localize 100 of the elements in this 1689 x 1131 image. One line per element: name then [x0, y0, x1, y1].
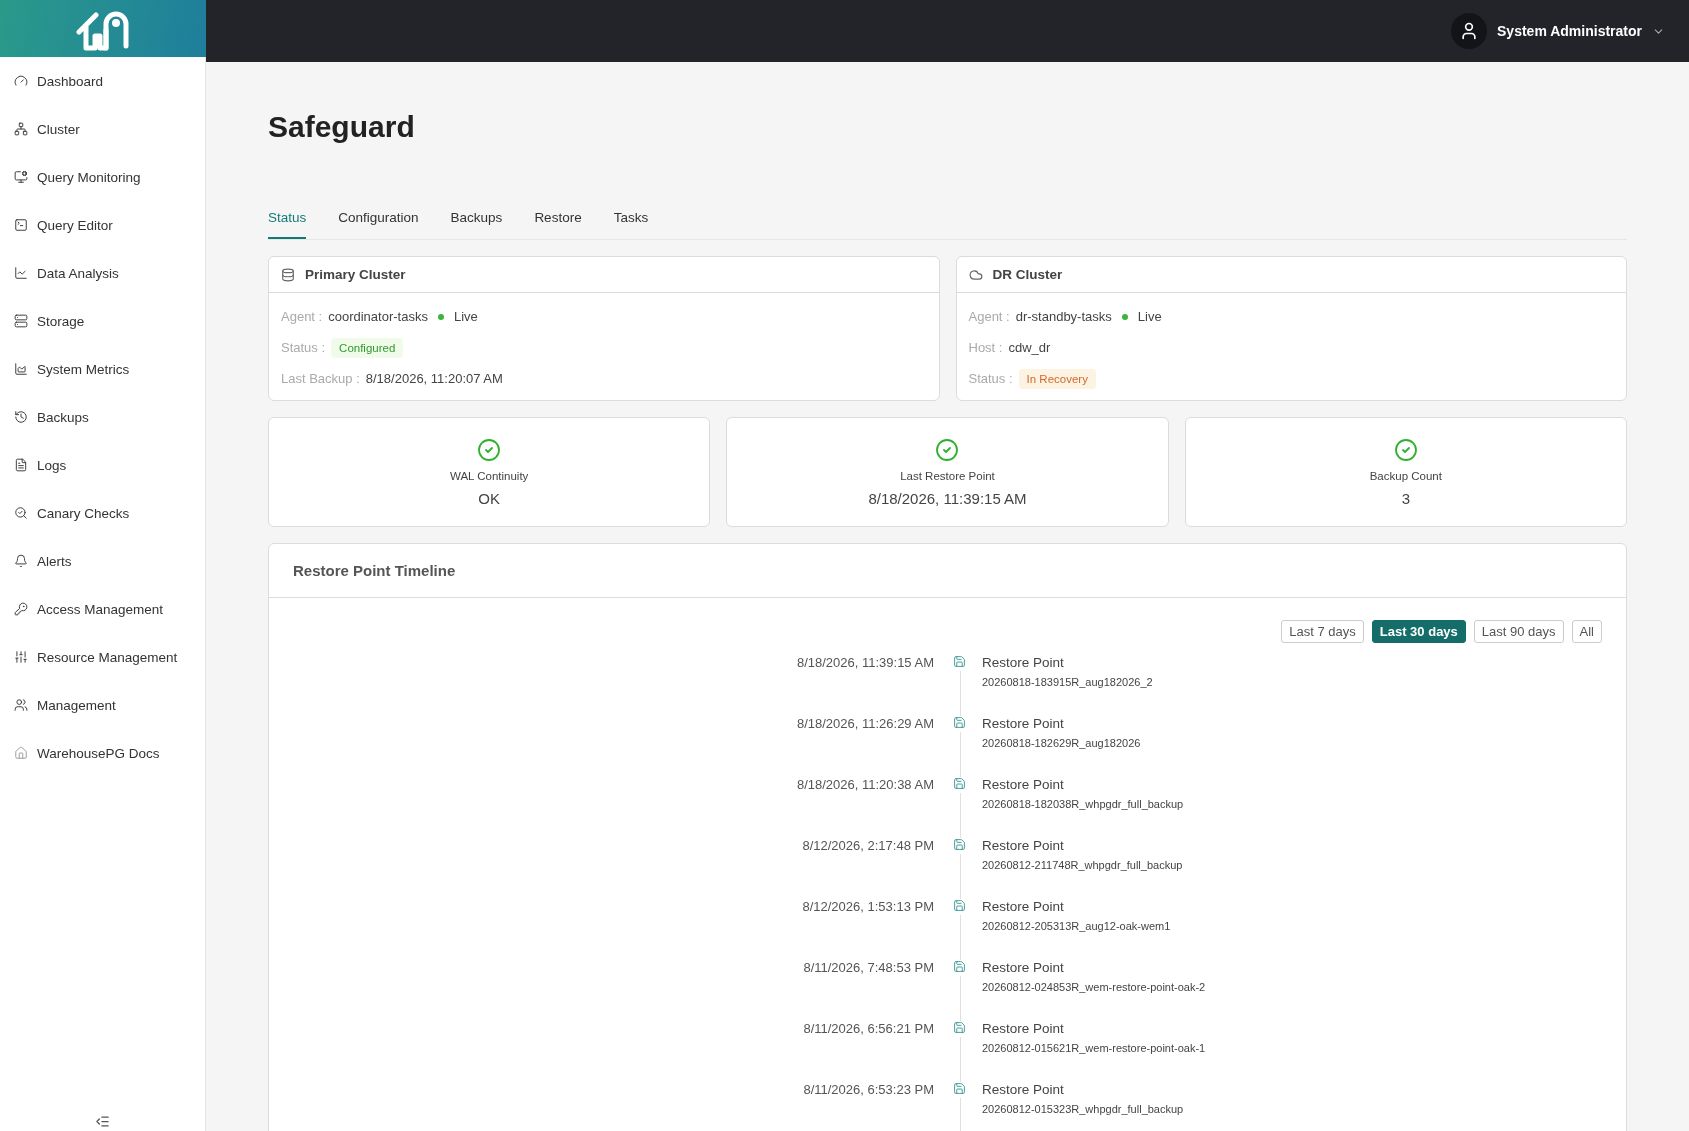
tab[interactable]: Backups: [450, 210, 503, 239]
page-title: Safeguard: [268, 110, 416, 144]
timeline-time: 8/11/2026, 6:56:21 PM: [803, 1021, 935, 1036]
save-icon: [953, 777, 966, 790]
field-label: Host :: [968, 340, 1003, 355]
restore-point-name: 20260812-015323R_whpgdr_full_backup: [982, 1103, 1185, 1115]
nav-icon: [14, 746, 28, 760]
status-badge: In Recovery: [1018, 368, 1096, 389]
user-name[interactable]: System Administrator: [1497, 23, 1642, 39]
timeline-time: 8/18/2026, 11:39:15 AM: [796, 655, 935, 670]
restore-point-name: 20260818-182629R_aug182026: [982, 737, 1142, 749]
save-icon: [953, 716, 966, 729]
restore-point-name: 20260812-211748R_whpgdr_full_backup: [982, 859, 1184, 871]
nav-icon: [14, 170, 28, 184]
range-button[interactable]: Last 7 days: [1281, 620, 1364, 643]
stat-value: 3: [1401, 489, 1410, 507]
timeline-time: 8/18/2026, 11:20:38 AM: [796, 777, 935, 792]
sidebar-item[interactable]: Resource Management: [0, 633, 205, 681]
card-title: Restore Point Timeline: [269, 544, 1626, 598]
sidebar-item[interactable]: Alerts: [0, 537, 205, 585]
stat-label: Backup Count: [1369, 469, 1442, 482]
tab[interactable]: Status: [268, 210, 307, 239]
nav-icon: [14, 122, 28, 136]
timeline-title: Restore Point: [982, 899, 1065, 914]
timeline-title: Restore Point: [982, 960, 1065, 975]
sidebar-item[interactable]: Backups: [0, 393, 205, 441]
card-title: DR Cluster: [992, 267, 1063, 282]
status-badge: Configured: [331, 337, 404, 358]
sidebar-item[interactable]: Query Editor: [0, 201, 205, 249]
nav-icon: [14, 74, 28, 88]
field-label: Last Backup :: [281, 371, 360, 386]
timeline-title: Restore Point: [982, 655, 1065, 670]
sidebar-item[interactable]: Canary Checks: [0, 489, 205, 537]
field-value: 8/18/2026, 11:20:07 AM: [365, 371, 503, 386]
sidebar-item[interactable]: Access Management: [0, 585, 205, 633]
save-icon: [953, 1082, 966, 1095]
nav-icon: [14, 410, 28, 424]
range-button[interactable]: Last 30 days: [1371, 620, 1466, 643]
range-button[interactable]: All: [1571, 620, 1602, 643]
field-value: cdw_dr: [1008, 340, 1051, 355]
timeline-time: 8/11/2026, 7:48:53 PM: [803, 960, 935, 975]
user-avatar[interactable]: [1451, 13, 1488, 49]
sidebar-item[interactable]: WarehousePG Docs: [0, 729, 205, 777]
nav-icon: [14, 650, 28, 664]
nav-icon: [14, 698, 28, 712]
live-label: Live: [453, 309, 478, 324]
stat-label: WAL Continuity: [449, 469, 529, 482]
timeline-time: 8/18/2026, 11:26:29 AM: [796, 716, 935, 731]
field-label: Agent :: [968, 309, 1010, 324]
sidebar-item[interactable]: Management: [0, 681, 205, 729]
nav-icon: [14, 458, 28, 472]
collapse-icon[interactable]: [95, 1114, 110, 1129]
sidebar-item[interactable]: Query Monitoring: [0, 153, 205, 201]
save-icon: [953, 838, 966, 851]
nav-icon: [14, 218, 28, 232]
field-value: dr-standby-tasks: [1015, 309, 1112, 324]
nav-icon: [14, 362, 28, 376]
field-label: Status :: [968, 371, 1013, 386]
restore-point-name: 20260818-183915R_aug182026_2: [982, 676, 1154, 688]
tab[interactable]: Configuration: [338, 210, 419, 239]
timeline-title: Restore Point: [982, 838, 1065, 853]
field-value: coordinator-tasks: [328, 309, 428, 324]
restore-point-name: 20260812-024853R_wem-restore-point-oak-2: [982, 981, 1207, 993]
nav-icon: [14, 554, 28, 568]
nav-icon: [14, 314, 28, 328]
tab[interactable]: Restore: [534, 210, 582, 239]
live-label: Live: [1137, 309, 1162, 324]
save-icon: [953, 655, 966, 668]
timeline-title: Restore Point: [982, 1082, 1065, 1097]
save-icon: [953, 960, 966, 973]
nav-icon: [14, 506, 28, 520]
range-button[interactable]: Last 90 days: [1473, 620, 1564, 643]
restore-point-name: 20260812-015621R_wem-restore-point-oak-1: [982, 1042, 1207, 1054]
nav-icon: [14, 266, 28, 280]
restore-point-name: 20260818-182038R_whpgdr_full_backup: [982, 798, 1185, 810]
save-icon: [953, 1021, 966, 1034]
tab[interactable]: Tasks: [613, 210, 649, 239]
cloud-icon: [968, 267, 983, 282]
sidebar-item[interactable]: Logs: [0, 441, 205, 489]
nav-icon: [14, 602, 28, 616]
timeline-time: 8/12/2026, 1:53:13 PM: [802, 899, 935, 914]
sidebar-item[interactable]: System Metrics: [0, 345, 205, 393]
stat-label: Last Restore Point: [900, 469, 995, 482]
field-label: Agent :: [281, 309, 323, 324]
card-title: Primary Cluster: [305, 267, 406, 282]
timeline-title: Restore Point: [982, 1021, 1065, 1036]
timeline-time: 8/12/2026, 2:17:48 PM: [802, 838, 935, 853]
field-label: Status :: [281, 340, 326, 355]
timeline-title: Restore Point: [982, 716, 1065, 731]
timeline-time: 8/11/2026, 6:53:23 PM: [803, 1082, 935, 1097]
restore-point-name: 20260812-205313R_aug12-oak-wem1: [982, 920, 1172, 932]
sidebar-item[interactable]: Cluster: [0, 105, 205, 153]
sidebar-item[interactable]: Storage: [0, 297, 205, 345]
stat-value: 8/18/2026, 11:39:15 AM: [868, 489, 1027, 507]
save-icon: [953, 899, 966, 912]
logo: [76, 10, 130, 52]
stat-value: OK: [478, 489, 500, 507]
timeline-title: Restore Point: [982, 777, 1065, 792]
sidebar-item[interactable]: Data Analysis: [0, 249, 205, 297]
sidebar-item[interactable]: Dashboard: [0, 57, 205, 105]
